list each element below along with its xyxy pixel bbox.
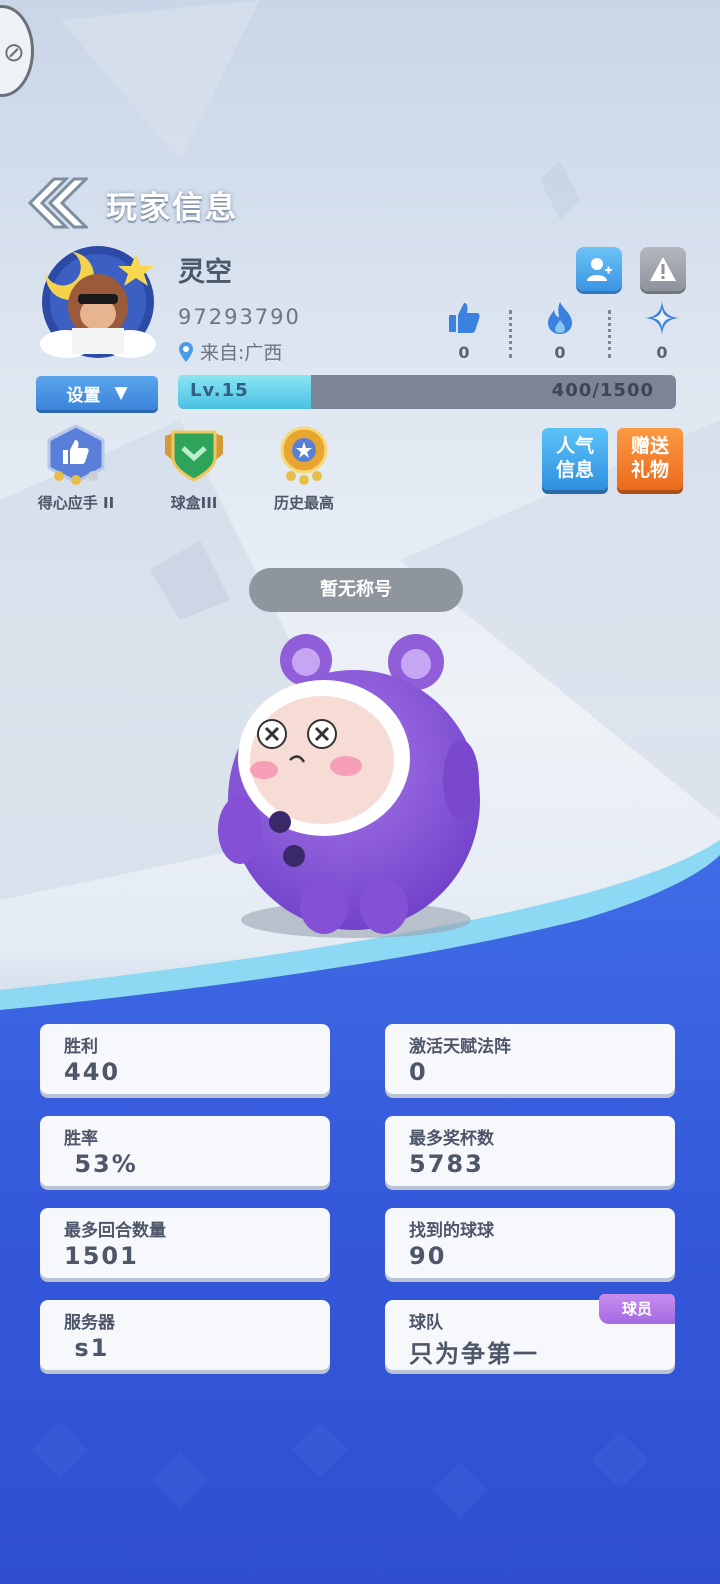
stat-card-talent: 激活天赋法阵 0 [385, 1024, 675, 1094]
card-value: 53% [64, 1150, 138, 1178]
add-friend-button[interactable] [576, 247, 622, 291]
card-label: 找到的球球 [409, 1221, 494, 1241]
corner-menu-button[interactable]: ⊘ [0, 5, 34, 97]
badge-item[interactable]: 得心应手 II [36, 424, 116, 513]
page-title: 玩家信息 [106, 190, 238, 226]
flame-icon[interactable] [542, 300, 578, 336]
badge-item[interactable]: 历史最高 [264, 424, 344, 513]
popularity-line2: 信息 [555, 459, 594, 481]
stat-card-team[interactable]: 球队 只为争第一 球员 [385, 1294, 675, 1370]
card-value: 90 [409, 1242, 447, 1270]
stat-card-trophies: 最多奖杯数 5783 [385, 1116, 675, 1186]
stat-card-server: 服务器 s1 [40, 1300, 330, 1370]
player-character[interactable] [206, 630, 506, 950]
card-value: 440 [64, 1058, 121, 1086]
sparkle-icon[interactable] [644, 300, 680, 336]
card-value: s1 [64, 1334, 110, 1362]
card-value: 只为争第一 [409, 1340, 539, 1368]
card-label: 胜率 [64, 1129, 98, 1149]
stat-divider [509, 310, 513, 358]
location-text: 来自:广西 [200, 342, 283, 364]
stat-card-win-rate: 胜率 53% [40, 1116, 330, 1186]
popularity-info-button[interactable]: 人气 信息 [542, 428, 608, 490]
thumbs-up-icon[interactable] [446, 300, 482, 336]
card-label: 最多回合数量 [64, 1221, 166, 1241]
likes-count: 0 [458, 343, 470, 362]
chevron-down-icon: ▼ [114, 383, 128, 403]
add-friend-icon [587, 258, 612, 281]
team-role-tag: 球员 [599, 1294, 675, 1324]
level-progress-bar: Lv.15 400/1500 [178, 375, 676, 409]
stat-card-rounds: 最多回合数量 1501 [40, 1208, 330, 1278]
card-label: 激活天赋法阵 [409, 1037, 511, 1057]
settings-label: 设置 [66, 385, 101, 406]
card-label: 胜利 [64, 1037, 98, 1057]
green-shield-icon [165, 430, 223, 482]
player-avatar[interactable] [36, 244, 160, 362]
stars-count: 0 [656, 343, 668, 362]
report-button[interactable] [640, 247, 686, 291]
badge-item[interactable]: 球盒III [154, 424, 234, 513]
card-value: 5783 [409, 1150, 484, 1178]
player-uid: 97293790 [178, 305, 301, 329]
gift-line1: 赠送 [630, 435, 669, 457]
card-value: 0 [409, 1058, 428, 1086]
badge-label: 得心应手 II [37, 494, 115, 512]
level-progress-text: 400/1500 [551, 380, 654, 401]
location-pin-icon [179, 341, 193, 362]
back-button[interactable] [24, 175, 88, 231]
send-gift-button[interactable]: 赠送 礼物 [617, 428, 683, 490]
card-value: 1501 [64, 1242, 139, 1270]
warning-icon [650, 257, 676, 281]
badge-label: 球盒III [170, 494, 218, 512]
card-label: 球队 [409, 1313, 443, 1333]
stat-divider [608, 310, 612, 358]
player-title-pill: 暂无称号 [249, 568, 463, 612]
card-label: 服务器 [64, 1313, 115, 1333]
gold-medal-icon [280, 426, 328, 485]
badge-label: 历史最高 [273, 494, 334, 512]
settings-dropdown[interactable]: 设置 ▼ [36, 376, 158, 410]
stat-card-balls: 找到的球球 90 [385, 1208, 675, 1278]
hot-count: 0 [554, 343, 566, 362]
stat-card-wins: 胜利 440 [40, 1024, 330, 1094]
player-name: 灵空 [178, 257, 232, 288]
card-label: 最多奖杯数 [409, 1129, 494, 1149]
popularity-line1: 人气 [555, 435, 594, 457]
thumbs-up-medal-icon [47, 424, 105, 485]
disabled-icon: ⊘ [3, 38, 25, 68]
level-label: Lv.15 [190, 380, 249, 401]
player-location: 来自:广西 [178, 338, 282, 365]
gift-line2: 礼物 [630, 459, 669, 481]
